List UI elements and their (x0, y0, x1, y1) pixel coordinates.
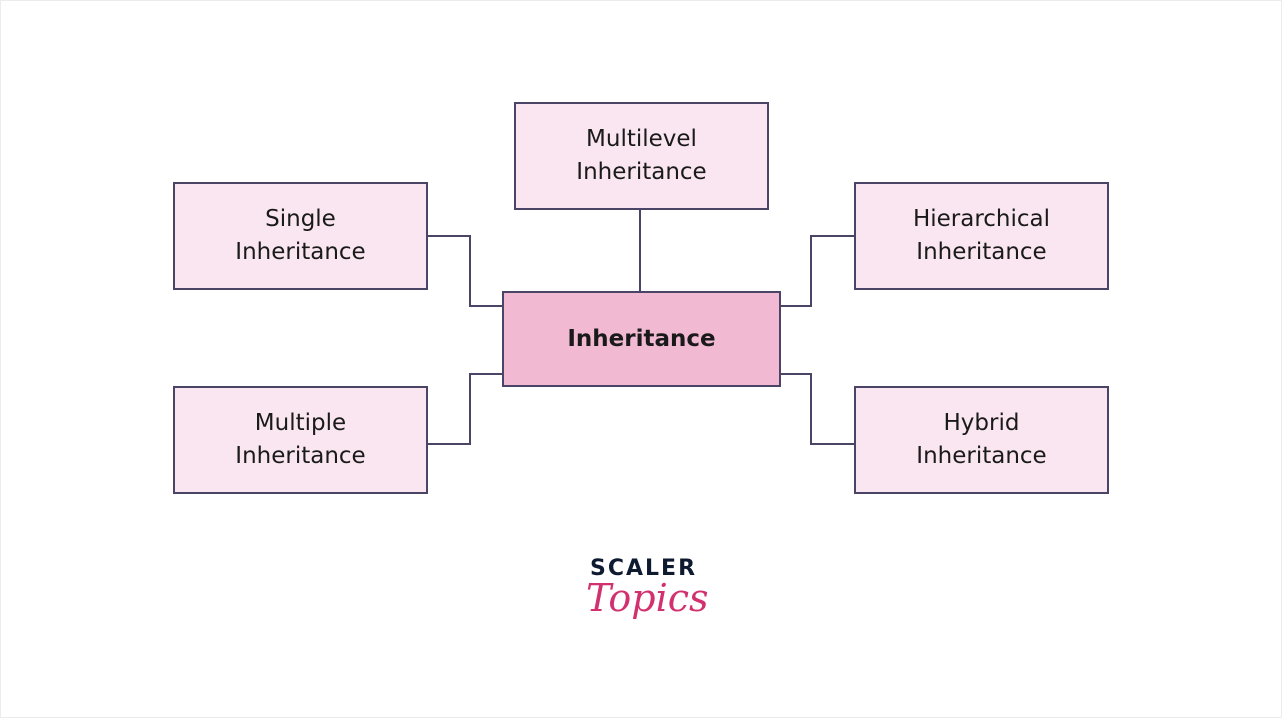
node-hybrid-inheritance: Hybrid Inheritance (854, 386, 1109, 494)
node-hierarchical-inheritance: Hierarchical Inheritance (854, 182, 1109, 290)
node-single-inheritance: Single Inheritance (173, 182, 428, 290)
scaler-topics-logo: SCALER Topics (586, 556, 709, 651)
connector-hierarchical (780, 235, 855, 307)
node-multilevel-inheritance: Multilevel Inheritance (514, 102, 769, 210)
logo-topics-text: Topics (586, 576, 709, 620)
connector-multiple (427, 373, 502, 445)
connector-hybrid (780, 373, 855, 445)
connector-single (427, 235, 502, 307)
node-inheritance-center: Inheritance (502, 291, 781, 387)
node-multiple-inheritance: Multiple Inheritance (173, 386, 428, 494)
